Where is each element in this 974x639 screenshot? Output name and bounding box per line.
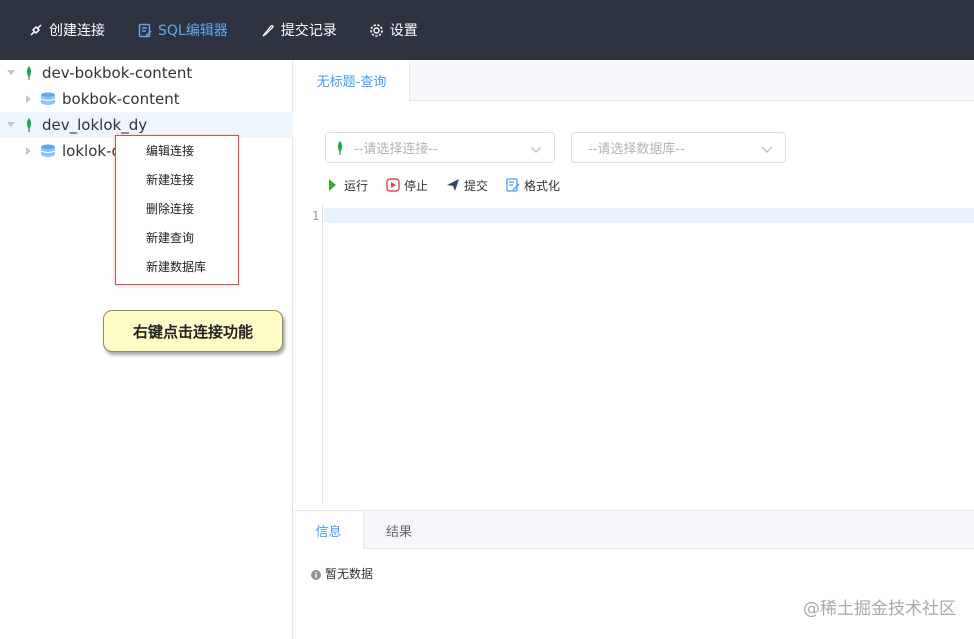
leaf-icon [22, 117, 36, 133]
play-icon [326, 178, 340, 192]
chevron-down-icon [761, 143, 773, 153]
query-tabs: 无标题-查询 [294, 60, 974, 101]
caret-right-icon[interactable] [24, 146, 34, 156]
submit-button[interactable]: 提交 [446, 177, 488, 194]
empty-state: 暂无数据 [311, 565, 373, 582]
connection-select-placeholder: --请选择连接-- [354, 142, 438, 157]
chevron-down-icon [530, 143, 542, 153]
format-label: 格式化 [524, 178, 561, 193]
stop-label: 停止 [404, 178, 429, 193]
connection-select[interactable]: --请选择连接-- [325, 132, 555, 163]
nav-label: 提交记录 [280, 23, 337, 39]
gear-icon [369, 22, 385, 38]
send-icon [446, 178, 460, 192]
tree-node-label: loklok-d [62, 142, 121, 160]
database-select[interactable]: --请选择数据库-- [571, 132, 786, 163]
result-tabs: 信息 结果 [294, 510, 974, 549]
leaf-icon [336, 140, 344, 155]
editor-panel: 无标题-查询 --请选择连接-- --请选择数据库-- 运行 停止 提交 格式化… [294, 60, 974, 639]
stop-icon [386, 178, 400, 192]
context-menu: 编辑连接 新建连接 删除连接 新建查询 新建数据库 [115, 135, 239, 285]
tree-node-database[interactable]: bokbok-content [0, 86, 293, 112]
line-number: 1 [312, 209, 320, 223]
menu-item-delete-connection[interactable]: 删除连接 [146, 200, 194, 218]
editor-gutter: 1 [294, 204, 323, 504]
tab-untitled-query[interactable]: 无标题-查询 [294, 60, 410, 101]
database-select-placeholder: --请选择数据库-- [588, 142, 685, 157]
plug-icon [28, 22, 44, 38]
caret-down-icon[interactable] [6, 68, 16, 78]
annotation-callout: 右键点击连接功能 [103, 310, 283, 352]
database-icon [40, 143, 56, 159]
tree-node-connection[interactable]: dev-bokbok-content [0, 60, 293, 86]
run-label: 运行 [344, 178, 369, 193]
info-icon [311, 569, 321, 580]
nav-settings[interactable]: 设置 [369, 0, 418, 60]
tree-node-label: dev_loklok_dy [42, 116, 148, 134]
top-navbar: 创建连接 SQL编辑器 提交记录 设置 [0, 0, 974, 60]
editor-toolbar: 运行 停止 提交 格式化 [326, 175, 578, 195]
nav-sql-editor[interactable]: SQL编辑器 [137, 0, 228, 60]
database-icon [40, 91, 56, 107]
nav-submit-history[interactable]: 提交记录 [260, 0, 337, 60]
nav-create-connection[interactable]: 创建连接 [28, 0, 105, 60]
menu-item-edit-connection[interactable]: 编辑连接 [146, 142, 194, 160]
submit-label: 提交 [464, 178, 489, 193]
watermark: @稀土掘金技术社区 [803, 599, 956, 619]
edit-doc-icon [137, 22, 153, 38]
nav-label: SQL编辑器 [158, 23, 228, 39]
active-line-highlight [324, 208, 974, 223]
feather-icon [260, 22, 276, 38]
format-button[interactable]: 格式化 [506, 177, 560, 194]
nav-label: 创建连接 [49, 23, 105, 39]
caret-right-icon[interactable] [24, 94, 34, 104]
tree-node-label: dev-bokbok-content [42, 64, 193, 82]
menu-item-new-connection[interactable]: 新建连接 [146, 171, 194, 189]
sql-editor[interactable]: 1 [294, 204, 974, 504]
tree-node-label: bokbok-content [62, 90, 180, 108]
format-doc-icon [506, 178, 520, 192]
empty-text: 暂无数据 [325, 567, 374, 581]
tab-result[interactable]: 结果 [364, 511, 434, 549]
tab-info[interactable]: 信息 [294, 511, 364, 549]
stop-button[interactable]: 停止 [386, 177, 428, 194]
leaf-icon [22, 65, 36, 81]
menu-item-new-query[interactable]: 新建查询 [146, 229, 194, 247]
caret-down-icon[interactable] [6, 120, 16, 130]
run-button[interactable]: 运行 [326, 177, 368, 194]
nav-label: 设置 [389, 23, 418, 39]
menu-item-new-database[interactable]: 新建数据库 [146, 258, 206, 276]
